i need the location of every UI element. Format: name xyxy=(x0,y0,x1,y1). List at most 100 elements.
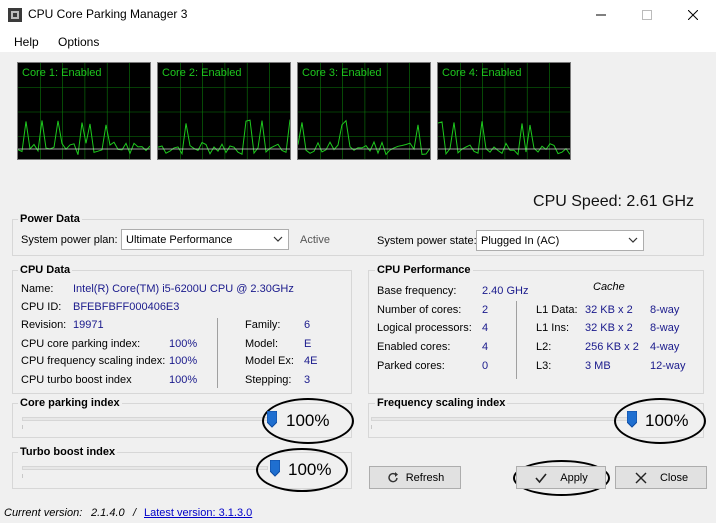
cache-heading: Cache xyxy=(593,281,625,293)
core-graph-label: Core 2: Enabled xyxy=(162,67,242,79)
revision-label: Revision: xyxy=(21,319,67,331)
model-ex-label: Model Ex: xyxy=(245,355,294,367)
checkmark-icon xyxy=(535,472,547,483)
parked-cores-label: Parked cores: xyxy=(377,360,445,372)
power-plan-value: Ultimate Performance xyxy=(126,233,233,246)
power-plan-label: System power plan: xyxy=(21,234,118,246)
cpu-performance-title: CPU Performance xyxy=(375,264,473,276)
power-state-value: Plugged In (AC) xyxy=(481,234,560,247)
family-label: Family: xyxy=(245,319,281,331)
freq-scaling-slider-thumb[interactable] xyxy=(627,411,637,428)
l3-size: 3 MB xyxy=(585,360,611,372)
cpu-name-label: Name: xyxy=(21,283,54,295)
core-graph-3: Core 3: Enabled xyxy=(297,62,431,160)
l2-size: 256 KB x 2 xyxy=(585,341,639,353)
power-state-select[interactable]: Plugged In (AC) xyxy=(476,230,644,251)
cpu-id-label: CPU ID: xyxy=(21,301,62,313)
core-parking-percent: 100% xyxy=(286,411,330,430)
freq-scaling-slider-ticks xyxy=(371,425,633,429)
cpu-name-value: Intel(R) Core(TM) i5-6200U CPU @ 2.30GHz xyxy=(73,283,294,295)
core-parking-slider-title: Core parking index xyxy=(18,397,122,409)
close-window-button[interactable] xyxy=(670,0,716,30)
app-icon xyxy=(7,7,23,23)
base-frequency-value: 2.40 GHz xyxy=(482,285,529,297)
core-graph-label: Core 4: Enabled xyxy=(442,67,522,79)
logical-processors-label: Logical processors: xyxy=(377,322,472,334)
menu-bar xyxy=(0,30,716,52)
apply-button-label: Apply xyxy=(560,471,588,484)
freq-scaling-index-value: 100% xyxy=(169,355,198,367)
model-label: Model: xyxy=(245,338,279,350)
window-title: CPU Core Parking Manager 3 xyxy=(28,7,188,21)
close-button[interactable]: Close xyxy=(615,466,707,489)
maximize-button[interactable] xyxy=(624,0,670,30)
enabled-cores-value: 4 xyxy=(482,341,489,353)
base-frequency-label: Base frequency: xyxy=(377,285,457,297)
model-ex-value: 4E xyxy=(304,355,318,367)
power-state-label: System power state: xyxy=(377,235,477,247)
freq-scaling-percent: 100% xyxy=(645,411,689,430)
core-parking-index-label: CPU core parking index: xyxy=(21,338,141,350)
core-parking-slider-track[interactable] xyxy=(22,417,268,421)
l1-data-way: 8-way xyxy=(650,304,680,316)
revision-value: 19971 xyxy=(73,319,104,331)
freq-scaling-slider-track[interactable] xyxy=(371,417,633,421)
core-parking-slider-thumb[interactable] xyxy=(267,411,277,428)
refresh-icon xyxy=(388,471,398,482)
close-x-icon xyxy=(635,472,647,483)
family-value: 6 xyxy=(304,319,311,331)
turbo-boost-percent: 100% xyxy=(288,460,332,479)
freq-scaling-index-label: CPU frequency scaling index: xyxy=(21,355,166,367)
l1-ins-label: L1 Ins: xyxy=(536,322,570,334)
turbo-boost-index-value: 100% xyxy=(169,374,198,386)
power-plan-select[interactable]: Ultimate Performance xyxy=(121,229,289,250)
stepping-label: Stepping: xyxy=(245,374,292,386)
l3-way: 12-way xyxy=(650,360,686,372)
l1-data-label: L1 Data: xyxy=(536,304,578,316)
core-graph-2: Core 2: Enabled xyxy=(157,62,291,160)
current-version-label: Current version: xyxy=(4,507,83,519)
l1-ins-way: 8-way xyxy=(650,322,680,334)
core-parking-slider-ticks xyxy=(22,425,268,429)
close-button-label: Close xyxy=(659,471,689,484)
minimize-icon xyxy=(596,14,606,16)
version-divider: / xyxy=(133,507,137,519)
l2-way: 4-way xyxy=(650,341,680,353)
menu-help[interactable]: Help xyxy=(14,35,39,49)
l3-label: L3: xyxy=(536,360,552,372)
apply-button[interactable]: Apply xyxy=(516,466,606,489)
refresh-button[interactable]: Refresh xyxy=(369,466,461,489)
l2-label: L2: xyxy=(536,341,552,353)
stepping-value: 3 xyxy=(304,374,311,386)
cpu-id-value: BFEBFBFF000406E3 xyxy=(73,301,180,313)
minimize-button[interactable] xyxy=(578,0,624,30)
cpu-perf-divider xyxy=(516,301,517,379)
cores-label: Number of cores: xyxy=(377,304,462,316)
refresh-button-label: Refresh xyxy=(405,471,445,484)
cores-value: 2 xyxy=(482,304,489,316)
core-graph-1: Core 1: Enabled xyxy=(17,62,151,160)
menu-options[interactable]: Options xyxy=(58,35,99,49)
turbo-boost-slider-title: Turbo boost index xyxy=(18,446,118,458)
cpu-data-title: CPU Data xyxy=(18,264,73,276)
close-icon xyxy=(688,10,698,20)
maximize-icon xyxy=(642,10,652,20)
core-graph-label: Core 3: Enabled xyxy=(302,67,382,79)
turbo-boost-index-label: CPU turbo boost index xyxy=(21,374,132,386)
l1-data-size: 32 KB x 2 xyxy=(585,304,633,316)
freq-scaling-slider-title: Frequency scaling index xyxy=(375,397,508,409)
turbo-boost-slider-thumb[interactable] xyxy=(270,460,280,477)
core-graph-label: Core 1: Enabled xyxy=(22,67,102,79)
current-version-value: 2.1.4.0 xyxy=(91,507,125,519)
logical-processors-value: 4 xyxy=(482,322,489,334)
turbo-boost-slider-track[interactable] xyxy=(22,466,268,470)
latest-version-link[interactable]: Latest version: 3.1.3.0 xyxy=(144,507,252,519)
core-graph-4: Core 4: Enabled xyxy=(437,62,571,160)
core-usage-trace xyxy=(18,120,150,155)
cpu-speed-readout: CPU Speed: 2.61 GHz xyxy=(533,193,694,210)
l1-ins-size: 32 KB x 2 xyxy=(585,322,633,334)
power-data-title: Power Data xyxy=(18,213,82,225)
model-value: E xyxy=(304,338,312,350)
chevron-down-icon xyxy=(628,237,638,243)
core-usage-trace xyxy=(438,121,570,156)
